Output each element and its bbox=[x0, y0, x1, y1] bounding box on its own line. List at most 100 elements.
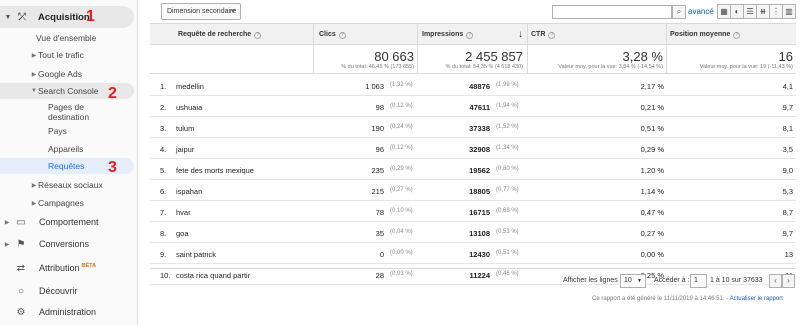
nav-countries[interactable]: Pays bbox=[0, 123, 67, 139]
row-ctr: 0,27 % bbox=[640, 229, 664, 238]
row-clicks-pct: (0,10 %) bbox=[390, 208, 413, 214]
query-link[interactable]: jaipur bbox=[176, 145, 194, 154]
nav-campaigns[interactable]: ▶ Campagnes bbox=[0, 195, 84, 211]
row-impressions-pct: (0,53 %) bbox=[496, 229, 519, 235]
table-row[interactable]: 8. goa 35 (0,04 %) 13108 (0,53 %) 0,27 % 9,7 bbox=[150, 222, 796, 243]
goto-page-input[interactable]: 1 bbox=[690, 274, 707, 288]
table-header: Requête de recherche? Clics? Impressions… bbox=[150, 23, 796, 45]
secondary-dimension-dropdown[interactable]: Dimension secondaire ▼ bbox=[161, 3, 241, 20]
nav-overview[interactable]: Vue d'ensemble bbox=[0, 30, 96, 46]
prev-page-button[interactable]: ‹ bbox=[769, 274, 782, 288]
nav-all-traffic-label: Tout le trafic bbox=[38, 50, 84, 60]
nav-search-console-label: Search Console bbox=[38, 86, 99, 96]
table-row[interactable]: 3. tulum 190 (0,24 %) 37338 (1,52 %) 0,51 % 8,1 bbox=[150, 117, 796, 138]
row-position: 9,7 bbox=[782, 103, 793, 112]
nav-landing-pages[interactable]: Pages de destination bbox=[0, 101, 90, 123]
table-search-input[interactable] bbox=[552, 5, 672, 19]
header-impressions[interactable]: Impressions? bbox=[422, 31, 474, 39]
refresh-report-link[interactable]: Actualiser le rapport bbox=[730, 296, 783, 302]
total-position: 16 bbox=[778, 49, 793, 64]
query-link[interactable]: tulum bbox=[176, 124, 194, 133]
row-index: 4. bbox=[160, 145, 167, 154]
performance-view-icon[interactable]: ☰ bbox=[743, 4, 757, 19]
table-row[interactable]: 7. hvar 78 (0,10 %) 16715 (0,68 %) 0,47 % 8,7 bbox=[150, 201, 796, 222]
row-index: 10. bbox=[160, 271, 171, 280]
row-clicks-pct: (1,32 %) bbox=[390, 82, 413, 88]
pivot-view-icon[interactable]: ▥ bbox=[782, 4, 796, 19]
table-row[interactable]: 6. ispahan 215 (0,27 %) 18805 (0,77 %) 1,14 % 5… bbox=[150, 180, 796, 201]
rows-per-page-select[interactable]: 10 ▼ bbox=[620, 274, 646, 288]
caret-right-icon: ▶ bbox=[31, 52, 37, 59]
comparison-view-icon[interactable]: ⧻ bbox=[756, 4, 770, 19]
query-link[interactable]: fete des morts mexique bbox=[176, 166, 254, 175]
beta-badge: BÊTA bbox=[81, 263, 97, 269]
header-position-label: Position moyenne bbox=[670, 31, 731, 38]
query-link[interactable]: ispahan bbox=[176, 187, 202, 196]
nav-acquisition[interactable]: ▼ ⤱ Acquisition bbox=[0, 6, 134, 28]
nav-behavior[interactable]: ▶ ▭ Comportement bbox=[0, 212, 136, 232]
query-link[interactable]: saint patrick bbox=[176, 250, 216, 259]
row-index: 1. bbox=[160, 82, 167, 91]
nav-admin[interactable]: ⚙ Administration bbox=[0, 302, 136, 322]
row-ctr: 0,51 % bbox=[640, 124, 664, 133]
nav-google-ads-label: Google Ads bbox=[38, 69, 82, 79]
total-clicks: 80 663 bbox=[374, 49, 414, 64]
sort-desc-icon[interactable]: ↓ bbox=[518, 29, 523, 40]
table-row[interactable]: 4. jaipur 96 (0,12 %) 32908 (1,34 %) 0,29 % 3,5 bbox=[150, 138, 796, 159]
caret-right-icon: ▶ bbox=[4, 219, 10, 226]
table-row[interactable]: 1. medellin 1 063 (1,32 %) 48876 (1,99 %) 2,17… bbox=[150, 75, 796, 96]
row-clicks-pct: (0,27 %) bbox=[390, 187, 413, 193]
table-row[interactable]: 5. fete des morts mexique 235 (0,29 %) 19562… bbox=[150, 159, 796, 180]
nav-devices[interactable]: Appareils bbox=[0, 141, 83, 157]
view-switcher: ▦ ◐ ☰ ⧻ ⋮ ▥ bbox=[717, 4, 796, 19]
row-index: 3. bbox=[160, 124, 167, 133]
query-link[interactable]: medellin bbox=[176, 82, 204, 91]
row-impressions: 11224 bbox=[469, 271, 490, 280]
report-generated-note: Ce rapport a été généré le 11/11/2019 à … bbox=[592, 296, 783, 302]
table-row[interactable]: 2. ushuaia 98 (0,12 %) 47611 (1,94 %) 0,21 % 9,… bbox=[150, 96, 796, 117]
page-range: 1 à 10 sur 37633 bbox=[710, 277, 763, 284]
sidebar: ▼ ⤱ Acquisition Vue d'ensemble ▶ Tout le … bbox=[0, 0, 138, 325]
query-link[interactable]: hvar bbox=[176, 208, 191, 217]
nav-attribution[interactable]: ⇄ Attribution BÊTA bbox=[0, 258, 136, 278]
row-impressions-pct: (1,94 %) bbox=[496, 103, 519, 109]
show-rows-label: Afficher les lignes : bbox=[563, 277, 622, 284]
next-page-button[interactable]: › bbox=[782, 274, 795, 288]
nav-discover[interactable]: ○ Découvrir bbox=[0, 281, 136, 301]
table-row[interactable]: 9. saint patrick 0 (0,00 %) 12430 (0,51 %) 0,0… bbox=[150, 243, 796, 264]
term-cloud-view-icon[interactable]: ⋮ bbox=[769, 4, 783, 19]
row-position: 13 bbox=[784, 250, 793, 259]
table-view-icon[interactable]: ▦ bbox=[717, 4, 731, 19]
pie-view-icon[interactable]: ◐ bbox=[730, 4, 744, 19]
nav-conversions[interactable]: ▶ ⚑ Conversions bbox=[0, 234, 136, 254]
nav-social[interactable]: ▶ Réseaux sociaux bbox=[0, 177, 103, 193]
secondary-dimension-label: Dimension secondaire bbox=[167, 8, 237, 15]
acquisition-icon: ⤱ bbox=[18, 11, 26, 23]
advanced-filter-link[interactable]: avancé bbox=[688, 7, 714, 16]
query-link[interactable]: goa bbox=[176, 229, 189, 238]
search-icon[interactable]: ⌕ bbox=[672, 5, 686, 19]
generated-text: Ce rapport a été généré le 11/11/2019 à … bbox=[592, 296, 729, 302]
goto-page-value: 1 bbox=[694, 277, 698, 284]
row-impressions: 48876 bbox=[469, 82, 490, 91]
nav-landing-pages-label: Pages de destination bbox=[48, 102, 90, 122]
query-link[interactable]: costa rica quand partir bbox=[176, 271, 250, 280]
table-footer-divider bbox=[150, 268, 796, 269]
nav-all-traffic[interactable]: ▶ Tout le trafic bbox=[0, 47, 84, 63]
header-query[interactable]: Requête de recherche? bbox=[178, 31, 262, 39]
help-icon: ? bbox=[338, 32, 346, 39]
query-link[interactable]: ushuaia bbox=[176, 103, 202, 112]
nav-overview-label: Vue d'ensemble bbox=[36, 33, 97, 43]
goto-label: Accéder à : bbox=[654, 277, 690, 284]
row-position: 8,1 bbox=[782, 124, 793, 133]
nav-campaigns-label: Campagnes bbox=[38, 198, 84, 208]
header-clicks-label: Clics bbox=[319, 31, 336, 38]
header-ctr[interactable]: CTR? bbox=[531, 31, 556, 39]
row-index: 7. bbox=[160, 208, 167, 217]
nav-google-ads[interactable]: ▶ Google Ads bbox=[0, 66, 82, 82]
row-impressions: 16715 bbox=[469, 208, 490, 217]
header-position[interactable]: Position moyenne? bbox=[670, 31, 741, 39]
header-clicks[interactable]: Clics? bbox=[319, 31, 346, 39]
row-clicks: 78 bbox=[375, 208, 384, 217]
rows-per-page-value: 10 bbox=[624, 277, 632, 284]
